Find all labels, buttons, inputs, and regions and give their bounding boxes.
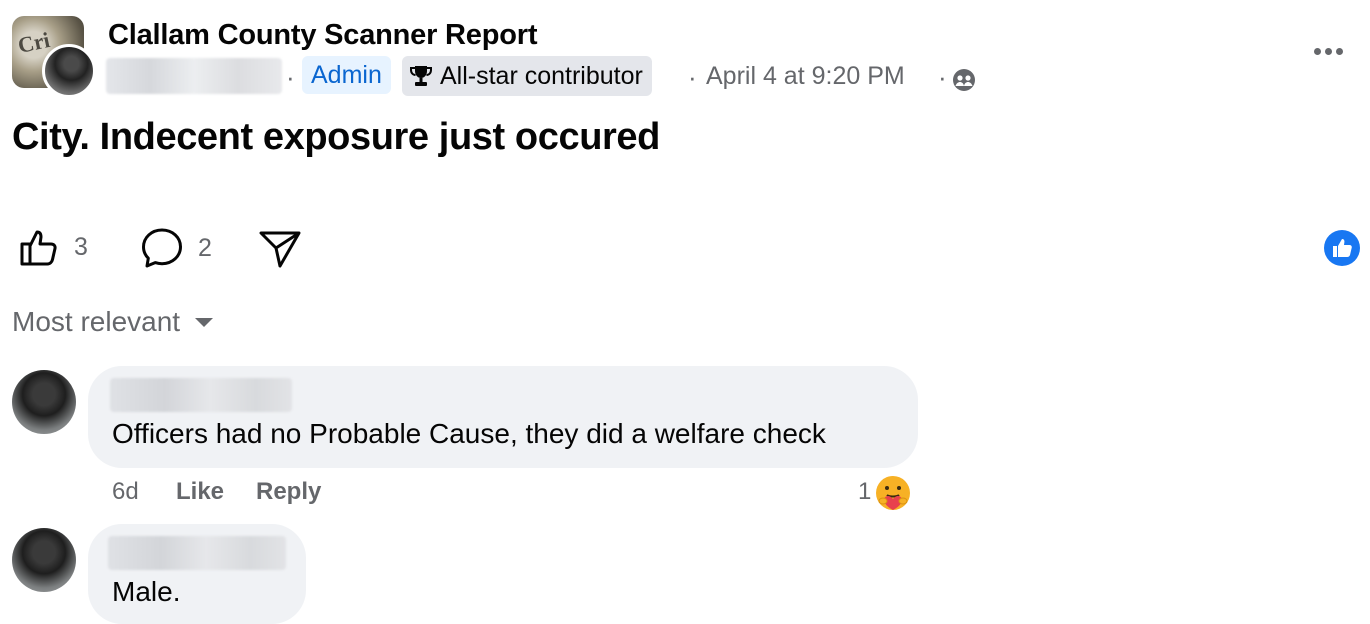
commenter-name-redacted[interactable]: [108, 536, 286, 570]
separator-dot: ·: [938, 62, 947, 92]
more-options-icon[interactable]: [1306, 36, 1350, 66]
trophy-icon: [410, 66, 432, 86]
all-star-badge[interactable]: All-star contributor: [402, 56, 652, 96]
care-reaction-icon[interactable]: [874, 474, 912, 512]
comment-bubble-icon: [142, 228, 182, 268]
comment-sort-dropdown[interactable]: Most relevant: [12, 306, 214, 338]
post-timestamp[interactable]: April 4 at 9:20 PM: [706, 62, 905, 91]
commenter-name-redacted[interactable]: [110, 378, 292, 412]
comment-text: Officers had no Probable Cause, they did…: [112, 418, 826, 449]
caret-down-icon: [195, 318, 214, 327]
comment-like-button[interactable]: Like: [176, 478, 224, 506]
commenter-avatar[interactable]: [12, 528, 76, 592]
comment-timestamp[interactable]: 6d: [112, 478, 139, 506]
share-button[interactable]: [258, 228, 302, 270]
thumbs-up-icon: [1333, 239, 1352, 257]
separator-dot: ·: [286, 62, 295, 92]
poster-avatar[interactable]: [42, 44, 96, 98]
group-audience-icon[interactable]: [952, 68, 976, 92]
comment-reply-button[interactable]: Reply: [256, 478, 321, 506]
like-count: 3: [74, 232, 88, 261]
sort-label: Most relevant: [12, 306, 181, 337]
like-reaction-icon[interactable]: [1324, 230, 1360, 266]
admin-badge: Admin: [302, 56, 391, 94]
post-text: City. Indecent exposure just occured: [12, 116, 660, 158]
comment-reaction-count[interactable]: 1: [858, 478, 871, 506]
commenter-avatar[interactable]: [12, 370, 76, 434]
all-star-badge-label: All-star contributor: [440, 62, 643, 90]
separator-dot: ·: [688, 62, 697, 92]
poster-name-redacted[interactable]: [106, 58, 282, 94]
group-name[interactable]: Clallam County Scanner Report: [108, 19, 537, 52]
comment-button[interactable]: 2: [140, 226, 212, 270]
comment-text: Male.: [112, 576, 181, 607]
thumbs-up-icon: [20, 230, 57, 266]
share-arrow-icon: [259, 231, 301, 268]
comment-count: 2: [198, 233, 212, 262]
like-button[interactable]: 3: [18, 226, 88, 268]
